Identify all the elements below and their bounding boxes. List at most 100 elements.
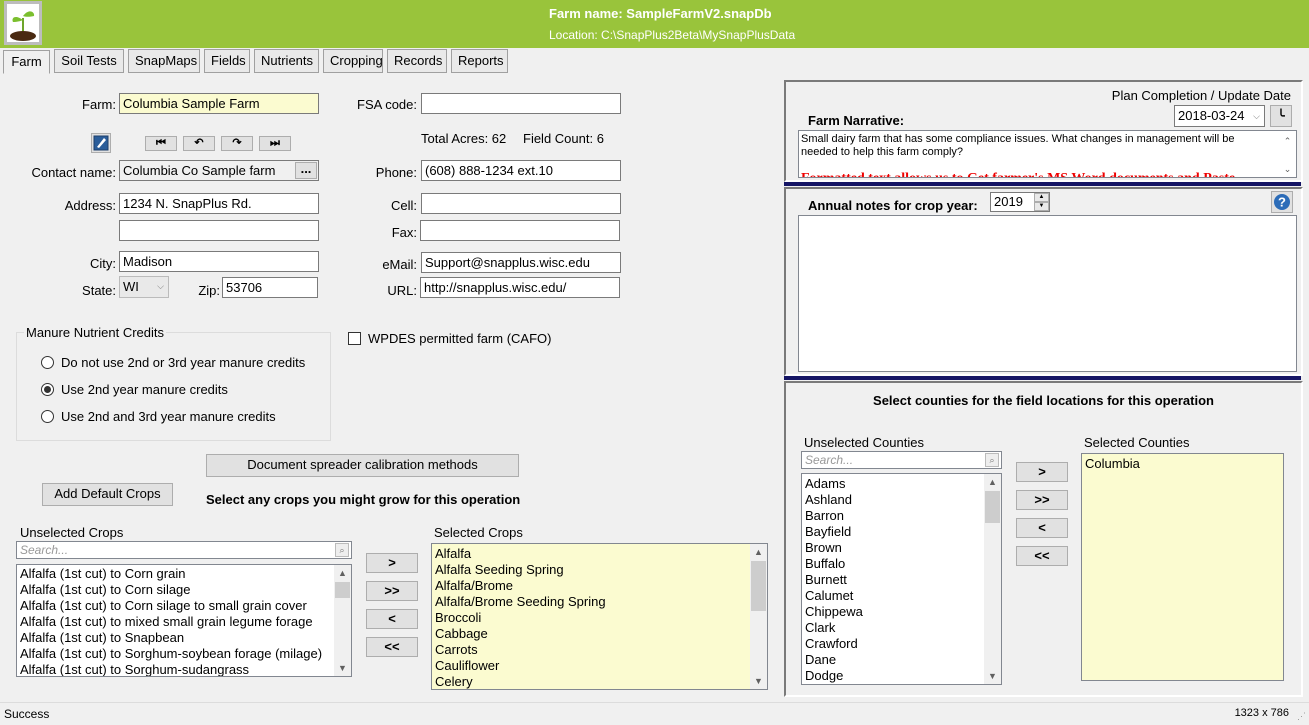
list-item[interactable]: Alfalfa (1st cut) to mixed small grain l… bbox=[17, 614, 351, 630]
list-item[interactable]: Ashland bbox=[802, 492, 1001, 508]
list-item[interactable]: Alfalfa/Brome Seeding Spring bbox=[432, 594, 767, 610]
radio-2nd-year-credits[interactable] bbox=[41, 383, 54, 396]
county-search-input[interactable]: Search... ⌕ bbox=[801, 451, 1002, 469]
list-item[interactable]: Alfalfa Seeding Spring bbox=[432, 562, 767, 578]
tab-fields[interactable]: Fields bbox=[204, 49, 250, 73]
remove-all-counties-button[interactable]: << bbox=[1016, 546, 1068, 566]
scroll-up-icon[interactable]: ▲ bbox=[984, 474, 1001, 490]
scroll-down-icon[interactable]: ▼ bbox=[334, 660, 351, 676]
list-item[interactable]: Alfalfa/Brome bbox=[432, 578, 767, 594]
add-crop-button[interactable]: > bbox=[366, 553, 418, 573]
state-dropdown[interactable]: WI ⌵ bbox=[119, 276, 169, 298]
phone-field[interactable]: (608) 888-1234 ext.10 bbox=[421, 160, 621, 181]
scroll-down-icon[interactable]: ▼ bbox=[984, 668, 1001, 684]
list-item[interactable]: Clark bbox=[802, 620, 1001, 636]
scroll-down-icon[interactable]: ⌄ bbox=[1279, 161, 1296, 177]
resize-grip-icon[interactable]: ⋰ bbox=[1297, 711, 1306, 722]
list-item[interactable]: Crawford bbox=[802, 636, 1001, 652]
list-item[interactable]: Alfalfa (1st cut) to Sorghum-soybean for… bbox=[17, 646, 351, 662]
list-item[interactable]: Dane bbox=[802, 652, 1001, 668]
contact-browse-button[interactable]: ... bbox=[295, 162, 317, 179]
last-record-button[interactable]: ⏭ bbox=[259, 136, 291, 151]
list-item[interactable]: Buffalo bbox=[802, 556, 1001, 572]
list-item[interactable]: Burnett bbox=[802, 572, 1001, 588]
list-item[interactable]: Celery bbox=[432, 674, 767, 689]
list-item[interactable]: Carrots bbox=[432, 642, 767, 658]
list-item[interactable]: Alfalfa (1st cut) to Corn silage bbox=[17, 582, 351, 598]
help-button[interactable]: ? bbox=[1271, 191, 1293, 213]
list-item[interactable]: Bayfield bbox=[802, 524, 1001, 540]
scroll-thumb[interactable] bbox=[751, 561, 766, 611]
wpdes-checkbox[interactable] bbox=[348, 332, 361, 345]
fsa-code-field[interactable] bbox=[421, 93, 621, 114]
list-item[interactable]: Broccoli bbox=[432, 610, 767, 626]
selected-crops-list[interactable]: Alfalfa Alfalfa Seeding Spring Alfalfa/Bro… bbox=[431, 543, 768, 690]
tab-soil-tests[interactable]: Soil Tests bbox=[54, 49, 124, 73]
farm-narrative-textbox[interactable]: Small dairy farm that has some complianc… bbox=[798, 130, 1297, 178]
scroll-thumb[interactable] bbox=[335, 582, 350, 598]
selected-counties-list[interactable]: Columbia bbox=[1081, 453, 1284, 681]
list-item[interactable]: Columbia bbox=[1082, 456, 1283, 472]
scroll-up-icon[interactable]: ▲ bbox=[334, 565, 351, 581]
unselected-crops-scrollbar[interactable]: ▲ ▼ bbox=[334, 565, 351, 676]
plan-date-picker[interactable]: 2018-03-24 ⌵ bbox=[1174, 105, 1265, 127]
scroll-up-icon[interactable]: ⌃ bbox=[1279, 133, 1296, 149]
scroll-thumb[interactable] bbox=[985, 491, 1000, 523]
tab-records[interactable]: Records bbox=[387, 49, 447, 73]
clock-button[interactable]: ╰ bbox=[1270, 105, 1292, 127]
list-item[interactable]: Adams bbox=[802, 476, 1001, 492]
remove-crop-button[interactable]: < bbox=[366, 609, 418, 629]
scroll-up-icon[interactable]: ▲ bbox=[750, 544, 767, 560]
crop-year-spinner[interactable]: 2019 ▲ ▼ bbox=[990, 192, 1050, 212]
list-item[interactable]: Calumet bbox=[802, 588, 1001, 604]
tab-cropping[interactable]: Cropping bbox=[323, 49, 383, 73]
city-field[interactable]: Madison bbox=[119, 251, 319, 272]
fax-field[interactable] bbox=[420, 220, 620, 241]
annual-notes-textbox[interactable] bbox=[798, 215, 1297, 372]
tab-reports[interactable]: Reports bbox=[451, 49, 508, 73]
cell-field[interactable] bbox=[421, 193, 621, 214]
list-item[interactable]: Dodge bbox=[802, 668, 1001, 684]
add-county-button[interactable]: > bbox=[1016, 462, 1068, 482]
spin-down-icon[interactable]: ▼ bbox=[1034, 202, 1049, 211]
unselected-crops-list[interactable]: Alfalfa (1st cut) to Corn grain Alfalfa (… bbox=[16, 564, 352, 677]
tab-farm[interactable]: Farm bbox=[3, 50, 50, 74]
add-all-counties-button[interactable]: >> bbox=[1016, 490, 1068, 510]
url-field[interactable]: http://snapplus.wisc.edu/ bbox=[420, 277, 620, 298]
address-line1-field[interactable]: 1234 N. SnapPlus Rd. bbox=[119, 193, 319, 214]
unselected-counties-scrollbar[interactable]: ▲ ▼ bbox=[984, 474, 1001, 684]
edit-farm-button[interactable] bbox=[91, 133, 111, 153]
farm-name-field[interactable]: Columbia Sample Farm bbox=[119, 93, 319, 114]
address-line2-field[interactable] bbox=[119, 220, 319, 241]
list-item[interactable]: Alfalfa bbox=[432, 546, 767, 562]
radio-no-extra-credits[interactable] bbox=[41, 356, 54, 369]
selected-crops-scrollbar[interactable]: ▲ ▼ bbox=[750, 544, 767, 689]
email-field[interactable]: Support@snapplus.wisc.edu bbox=[421, 252, 621, 273]
list-item[interactable]: Alfalfa (1st cut) to Sorghum-sudangrass bbox=[17, 662, 351, 676]
list-item[interactable]: Brown bbox=[802, 540, 1001, 556]
zip-field[interactable]: 53706 bbox=[222, 277, 318, 298]
list-item[interactable]: Barron bbox=[802, 508, 1001, 524]
tab-snapmaps[interactable]: SnapMaps bbox=[128, 49, 200, 73]
remove-all-crops-button[interactable]: << bbox=[366, 637, 418, 657]
document-spreader-button[interactable]: Document spreader calibration methods bbox=[206, 454, 519, 477]
add-all-crops-button[interactable]: >> bbox=[366, 581, 418, 601]
list-item[interactable]: Alfalfa (1st cut) to Corn silage to smal… bbox=[17, 598, 351, 614]
list-item[interactable]: Alfalfa (1st cut) to Corn grain bbox=[17, 566, 351, 582]
spin-up-icon[interactable]: ▲ bbox=[1034, 193, 1049, 202]
add-default-crops-button[interactable]: Add Default Crops bbox=[42, 483, 173, 506]
list-item[interactable]: Alfalfa (1st cut) to Snapbean bbox=[17, 630, 351, 646]
scroll-down-icon[interactable]: ▼ bbox=[750, 673, 767, 689]
tab-nutrients[interactable]: Nutrients bbox=[254, 49, 319, 73]
unselected-counties-list[interactable]: Adams Ashland Barron Bayfield Brown Buffalo Bu… bbox=[801, 473, 1002, 685]
previous-record-button[interactable]: ↶ bbox=[183, 136, 215, 151]
narrative-scrollbar[interactable]: ⌃ ⌄ bbox=[1279, 131, 1296, 177]
list-item[interactable]: Cabbage bbox=[432, 626, 767, 642]
crop-search-input[interactable]: Search... ⌕ bbox=[16, 541, 352, 559]
remove-county-button[interactable]: < bbox=[1016, 518, 1068, 538]
list-item[interactable]: Cauliflower bbox=[432, 658, 767, 674]
first-record-button[interactable]: ⏮ bbox=[145, 136, 177, 151]
radio-2nd-3rd-year-credits[interactable] bbox=[41, 410, 54, 423]
list-item[interactable]: Chippewa bbox=[802, 604, 1001, 620]
next-record-button[interactable]: ↷ bbox=[221, 136, 253, 151]
